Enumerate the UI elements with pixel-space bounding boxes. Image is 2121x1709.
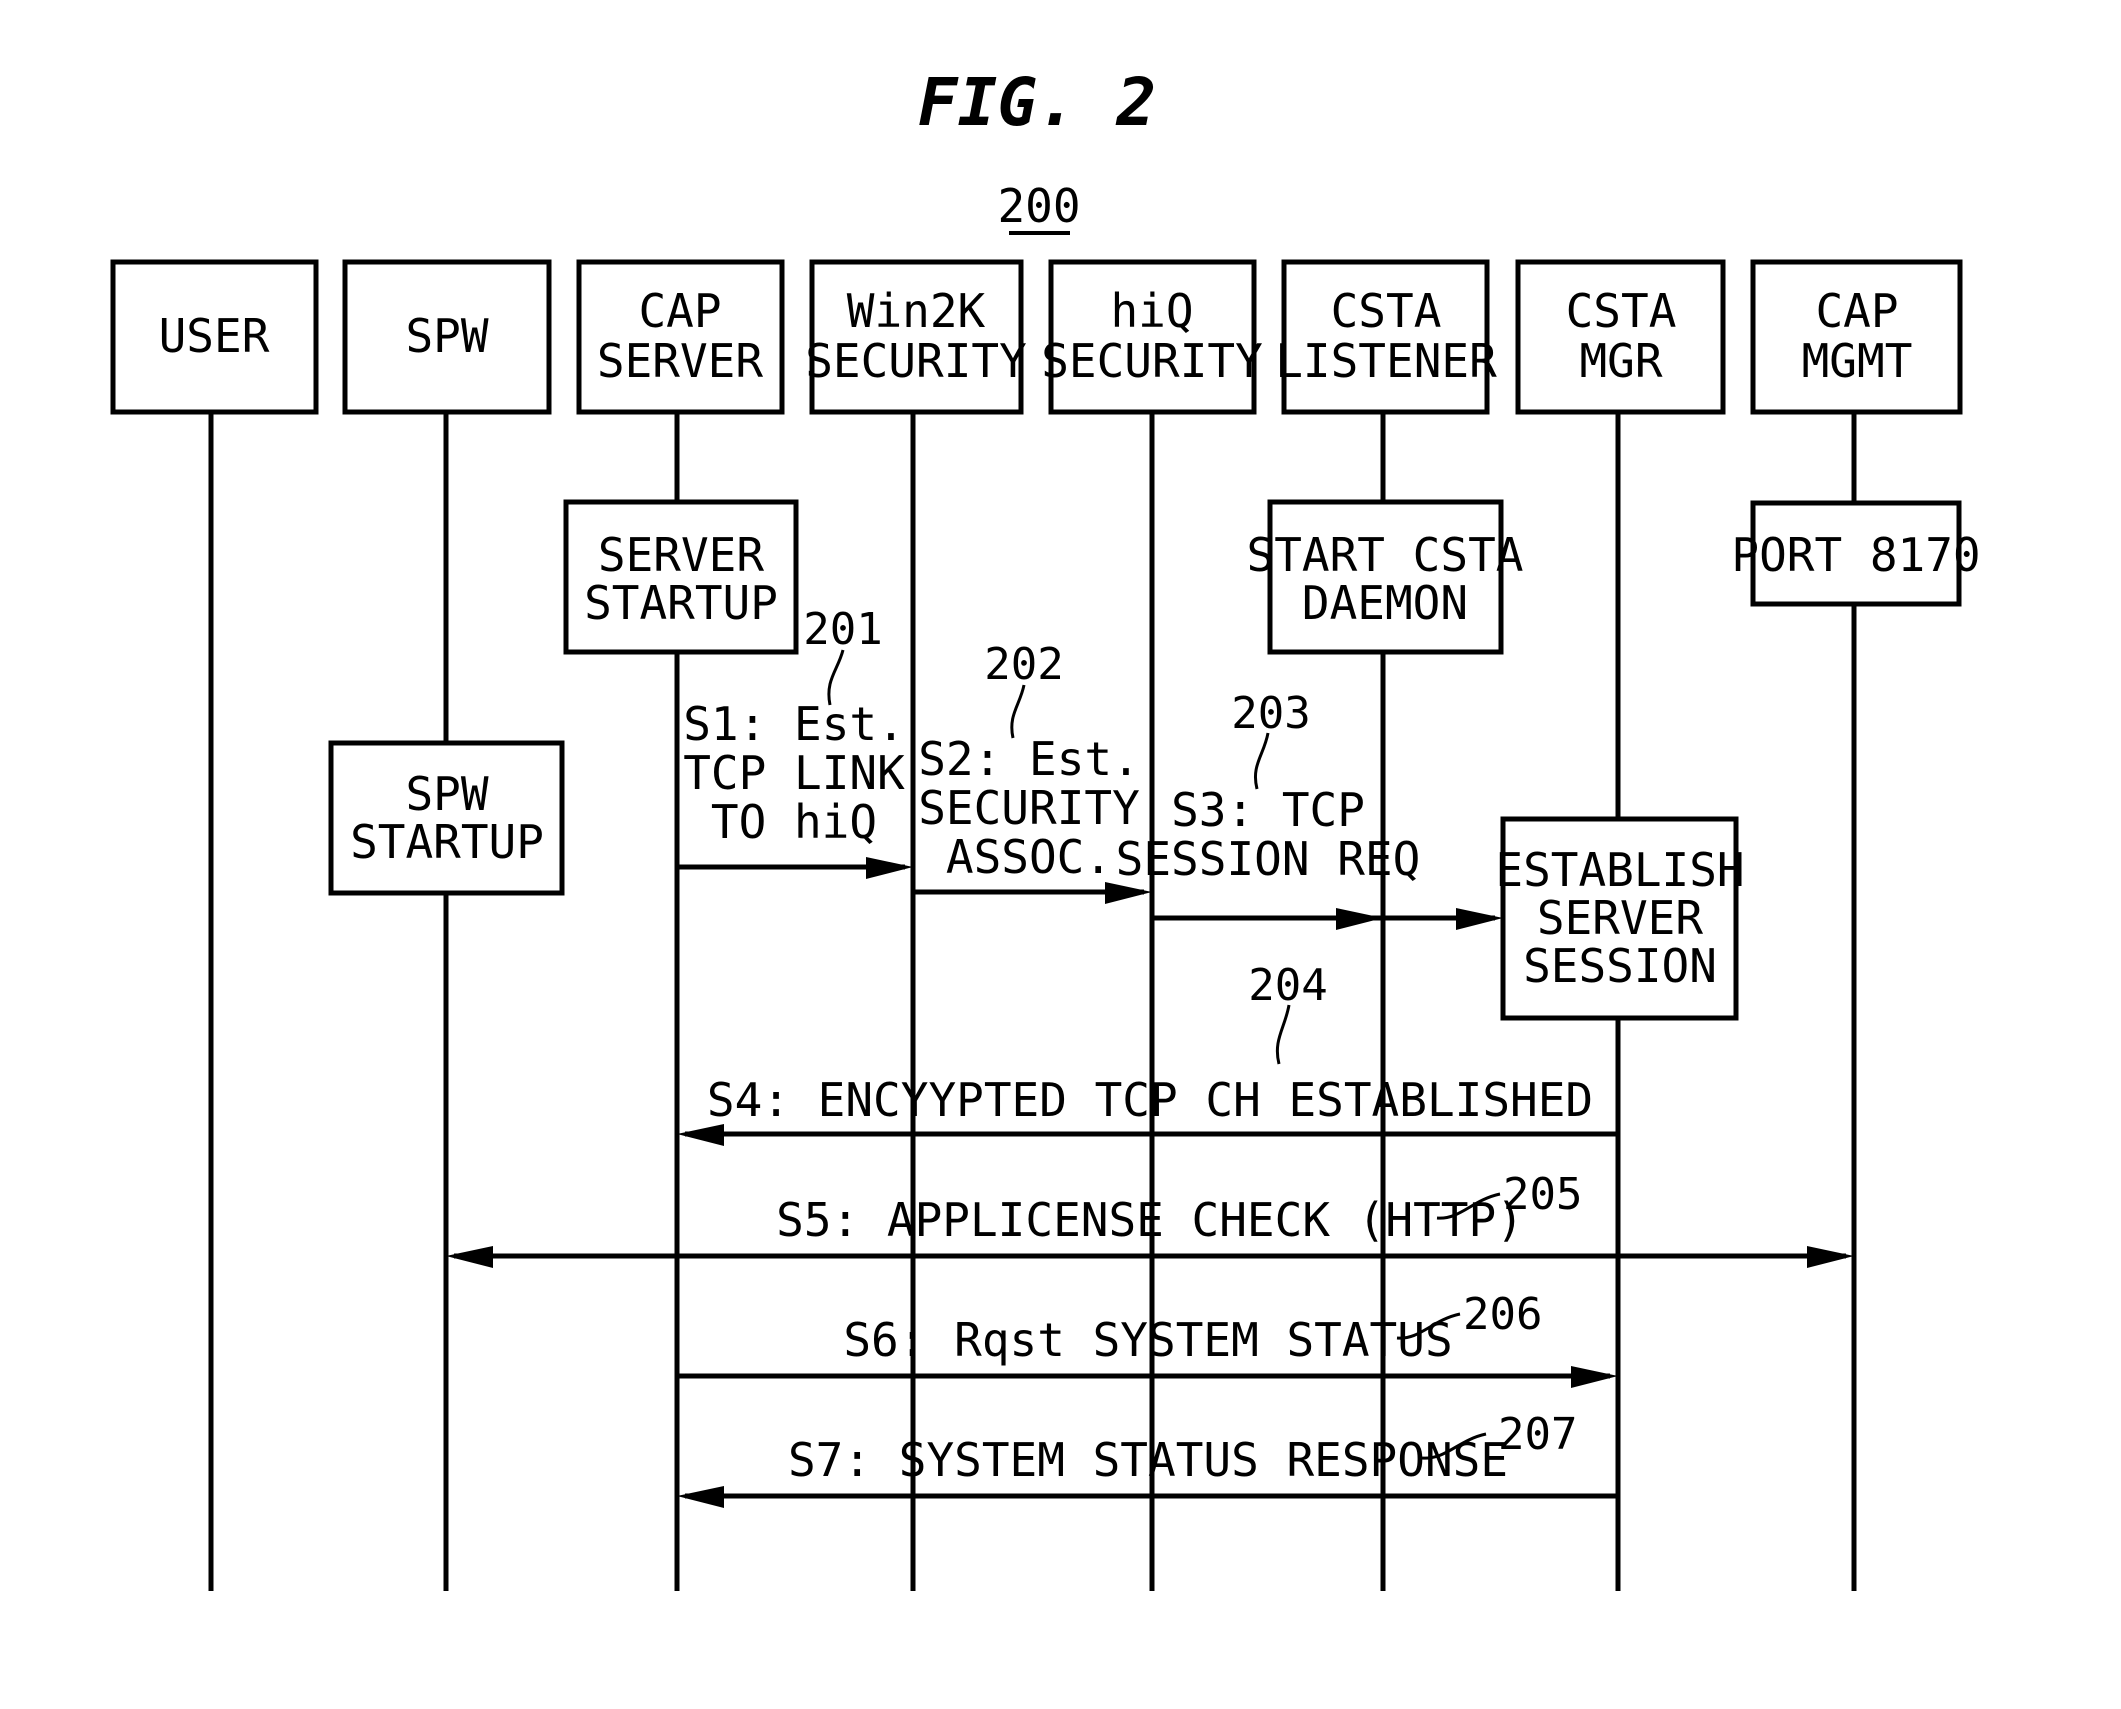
activity-label-start-csta-daemon-2: DAEMON bbox=[1302, 576, 1468, 630]
message-label-s3-2: SESSION REQ bbox=[1116, 832, 1421, 886]
activity-label-server-startup-2: STARTUP bbox=[584, 576, 778, 630]
message-label-s1-2: TCP LINK bbox=[683, 746, 905, 800]
arrowhead-s5-left bbox=[446, 1246, 493, 1268]
sequence-diagram: FIG. 2 200 USER SPW CAP SERVER Win2K SEC… bbox=[110, 64, 1981, 1591]
arrowhead-s6 bbox=[1571, 1366, 1618, 1388]
arrowhead-s4 bbox=[677, 1124, 724, 1146]
participant-label-cap-server-1: CAP bbox=[638, 284, 721, 338]
participant-label-csta-listener-1: CSTA bbox=[1331, 284, 1442, 338]
arrowhead-s3 bbox=[1456, 908, 1503, 930]
leader-202 bbox=[1010, 684, 1026, 739]
participant-label-spw: SPW bbox=[405, 309, 488, 363]
arrowhead-s5-right bbox=[1807, 1246, 1854, 1268]
message-label-s1-1: S1: Est. bbox=[683, 697, 905, 751]
leader-204 bbox=[1275, 1004, 1291, 1065]
ref-201: 201 bbox=[803, 604, 882, 655]
participant-label-csta-mgr-2: MGR bbox=[1579, 334, 1662, 388]
message-label-s7: S7: SYSTEM STATUS RESPONSE bbox=[788, 1433, 1508, 1487]
participant-label-win2k-security-2: SECURITY bbox=[805, 334, 1027, 388]
participant-label-hiq-security-2: SECURITY bbox=[1041, 334, 1263, 388]
figure-title: FIG. 2 bbox=[918, 64, 1156, 141]
participant-label-cap-mgmt-2: MGMT bbox=[1802, 334, 1913, 388]
ref-203: 203 bbox=[1231, 688, 1310, 739]
participant-label-user: USER bbox=[159, 309, 270, 363]
ref-202: 202 bbox=[984, 639, 1063, 690]
participant-label-csta-mgr-1: CSTA bbox=[1566, 284, 1677, 338]
participant-label-hiq-security-1: hiQ bbox=[1110, 284, 1193, 338]
ref-207: 207 bbox=[1498, 1409, 1577, 1460]
figure-reference: 200 bbox=[997, 179, 1080, 233]
activity-label-spw-startup-1: SPW bbox=[405, 767, 488, 821]
leader-203 bbox=[1254, 732, 1270, 790]
activity-label-start-csta-daemon-1: START CSTA bbox=[1247, 528, 1524, 582]
ref-204: 204 bbox=[1248, 960, 1327, 1011]
arrowhead-s7 bbox=[677, 1486, 724, 1508]
message-label-s2-1: S2: Est. bbox=[918, 732, 1140, 786]
participant-label-cap-mgmt-1: CAP bbox=[1815, 284, 1898, 338]
arrowhead-s3-listener bbox=[1336, 908, 1383, 930]
message-label-s1-3: TO hiQ bbox=[711, 795, 877, 849]
message-label-s2-3: ASSOC. bbox=[946, 830, 1112, 884]
participant-label-win2k-security-1: Win2K bbox=[847, 284, 986, 338]
message-label-s2-2: SECURITY bbox=[918, 781, 1140, 835]
participant-label-csta-listener-2: LISTENER bbox=[1275, 334, 1497, 388]
participant-label-cap-server-2: SERVER bbox=[597, 334, 763, 388]
message-label-s4: S4: ENCYYPTED TCP CH ESTABLISHED bbox=[707, 1073, 1593, 1127]
message-label-s3-1: S3: TCP bbox=[1171, 783, 1365, 837]
message-label-s6: S6: Rqst SYSTEM STATUS bbox=[843, 1313, 1452, 1367]
ref-206: 206 bbox=[1463, 1289, 1542, 1340]
activity-label-establish-server-session-1: ESTABLISH bbox=[1495, 843, 1744, 897]
arrowhead-s1 bbox=[866, 857, 913, 879]
activity-label-establish-server-session-2: SERVER bbox=[1537, 891, 1703, 945]
activity-label-spw-startup-2: STARTUP bbox=[350, 815, 544, 869]
activity-label-port-8170: PORT 8170 bbox=[1731, 528, 1980, 582]
activity-label-server-startup-1: SERVER bbox=[598, 528, 764, 582]
activity-label-establish-server-session-3: SESSION bbox=[1523, 939, 1717, 993]
message-label-s5: S5: APPLICENSE CHECK (HTTP) bbox=[776, 1193, 1524, 1247]
